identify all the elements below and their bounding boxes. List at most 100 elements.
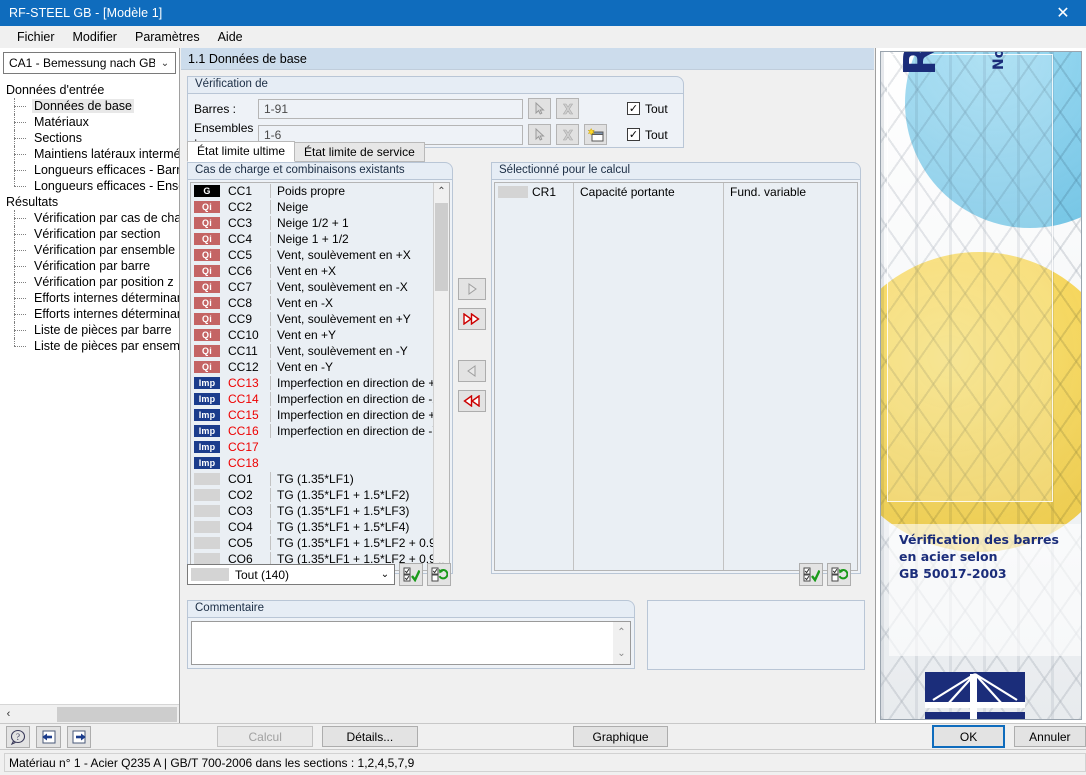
hscroll-track[interactable]: [17, 705, 177, 723]
load-case-row[interactable]: Imp CC13 Imperfection en direction de +X: [191, 375, 433, 391]
load-case-row[interactable]: Qi CC8 Vent en -X: [191, 295, 433, 311]
members-all-label: Tout: [645, 101, 668, 116]
load-case-row[interactable]: Qi CC10 Vent en +Y: [191, 327, 433, 343]
selected-check-button[interactable]: [799, 563, 823, 586]
clear-members-icon[interactable]: [556, 98, 579, 119]
load-case-row[interactable]: Qi CC7 Vent, soulèvement en -X: [191, 279, 433, 295]
tree-item-16[interactable]: Liste de pièces par ensemble de barres: [14, 338, 179, 354]
tree-item-6[interactable]: Longueurs efficaces - Ensembles: [14, 178, 179, 194]
members-all-checkbox[interactable]: ✓ Tout: [627, 102, 668, 116]
load-cases-vscroll-thumb[interactable]: [435, 203, 448, 291]
chevron-down-icon[interactable]: ⌄: [376, 565, 394, 584]
tree-item-13[interactable]: Efforts internes déterminants par barre: [14, 290, 179, 306]
tab-etat-limite-ultime[interactable]: État limite ultime: [187, 141, 296, 162]
menu-item-aide[interactable]: Aide: [209, 27, 252, 47]
tree-item-8[interactable]: Vérification par cas de charge: [14, 210, 179, 226]
select-all-button[interactable]: [399, 563, 423, 586]
tree-item-5[interactable]: Longueurs efficaces - Barres: [14, 162, 179, 178]
pick-members-icon[interactable]: [528, 98, 551, 119]
load-cases-listbox[interactable]: G CC1 Poids propre Qi CC2 Neige Qi CC3 Neige 1/2…: [190, 182, 450, 571]
move-left-all-button[interactable]: [458, 390, 486, 412]
load-case-row[interactable]: Qi CC3 Neige 1/2 + 1: [191, 215, 433, 231]
load-case-row[interactable]: CO3 TG (1.35*LF1 + 1.5*LF3): [191, 503, 433, 519]
tree-item-1[interactable]: Données de base: [14, 98, 179, 114]
load-case-row[interactable]: Qi CC12 Vent en -Y: [191, 359, 433, 375]
invert-selection-button[interactable]: [427, 563, 451, 586]
help-button[interactable]: ?: [6, 725, 31, 748]
load-cases-vscrollbar[interactable]: ⌃ ⌄: [433, 183, 449, 570]
load-case-row[interactable]: Qi CC2 Neige: [191, 199, 433, 215]
hscroll-thumb[interactable]: [57, 706, 177, 722]
load-case-row[interactable]: Imp CC17: [191, 439, 433, 455]
scroll-left-icon[interactable]: ‹: [0, 706, 17, 723]
branding-panel: RF-STEELGB Norme chinoise Vérification d…: [875, 48, 1086, 723]
load-case-row[interactable]: Imp CC15 Imperfection en direction de +Y: [191, 407, 433, 423]
calcul-button[interactable]: Calcul: [217, 726, 314, 747]
selected-refresh-button[interactable]: [827, 563, 851, 586]
load-case-row[interactable]: CO2 TG (1.35*LF1 + 1.5*LF2): [191, 487, 433, 503]
move-right-all-button[interactable]: [458, 308, 486, 330]
load-case-row[interactable]: G CC1 Poids propre: [191, 183, 433, 199]
load-case-type-badge: Imp: [194, 409, 220, 421]
load-case-row[interactable]: Qi CC11 Vent, soulèvement en -Y: [191, 343, 433, 359]
load-case-description: Vent, soulèvement en +X: [270, 248, 433, 262]
selected-row[interactable]: CR1 Capacité portante Fund. variable: [495, 183, 857, 200]
load-case-row[interactable]: Imp CC16 Imperfection en direction de -Y: [191, 423, 433, 439]
tree-root-0[interactable]: Données d'entrée: [4, 82, 179, 98]
load-case-row[interactable]: Qi CC4 Neige 1 + 1/2: [191, 231, 433, 247]
tree-root-7[interactable]: Résultats: [4, 194, 179, 210]
move-left-single-button[interactable]: [458, 360, 486, 382]
tree-item-12[interactable]: Vérification par position z: [14, 274, 179, 290]
members-row-spacer: [584, 98, 607, 119]
load-cases-filter-combo[interactable]: Tout (140) ⌄: [187, 564, 395, 585]
comment-textarea[interactable]: ⌃ ⌄: [191, 621, 631, 665]
tree-item-11[interactable]: Vérification par barre: [14, 258, 179, 274]
clear-sets-icon[interactable]: [556, 124, 579, 145]
menu-item-fichier[interactable]: Fichier: [8, 27, 64, 47]
details-button[interactable]: Détails...: [322, 726, 418, 747]
tree-item-3[interactable]: Sections: [14, 130, 179, 146]
sets-all-checkbox[interactable]: ✓ Tout: [627, 128, 668, 142]
new-set-icon[interactable]: [584, 124, 607, 145]
load-case-row[interactable]: CO1 TG (1.35*LF1): [191, 471, 433, 487]
tree-item-4[interactable]: Maintiens latéraux intermédiaires: [14, 146, 179, 162]
design-case-combo[interactable]: CA1 - Bemessung nach GB 500: ⌄: [3, 52, 176, 74]
selected-listbox[interactable]: CR1 Capacité portante Fund. variable: [494, 182, 858, 571]
close-icon[interactable]: ✕: [1040, 0, 1086, 26]
tree-item-2[interactable]: Matériaux: [14, 114, 179, 130]
tab-etat-limite-de-service[interactable]: État limite de service: [294, 142, 425, 162]
tree-item-10[interactable]: Vérification par ensemble de barres: [14, 242, 179, 258]
members-input[interactable]: 1-91: [258, 98, 523, 119]
move-right-single-button[interactable]: [458, 278, 486, 300]
selected-rows[interactable]: CR1 Capacité portante Fund. variable: [495, 183, 857, 570]
navigation-hscrollbar[interactable]: ‹ ›: [0, 704, 179, 723]
members-all-checkbox-box[interactable]: ✓: [627, 102, 640, 115]
ok-button[interactable]: OK: [932, 725, 1005, 748]
load-case-row[interactable]: CO5 TG (1.35*LF1 + 1.5*LF2 + 0.9*LF5: [191, 535, 433, 551]
next-page-button[interactable]: [66, 725, 92, 748]
menu-item-modifier[interactable]: Modifier: [64, 27, 126, 47]
load-case-row[interactable]: Qi CC5 Vent, soulèvement en +X: [191, 247, 433, 263]
load-cases-rows[interactable]: G CC1 Poids propre Qi CC2 Neige Qi CC3 Neige 1/2…: [191, 183, 433, 570]
scroll-up-icon[interactable]: ⌃: [434, 183, 449, 199]
load-case-row[interactable]: Qi CC6 Vent en +X: [191, 263, 433, 279]
previous-page-button[interactable]: [36, 725, 61, 748]
pick-sets-icon[interactable]: [528, 124, 551, 145]
sets-all-checkbox-box[interactable]: ✓: [627, 128, 640, 141]
load-cases-vscroll-track[interactable]: [434, 199, 449, 554]
comment-scroll-up-icon[interactable]: ⌃: [613, 622, 630, 643]
tree-item-14[interactable]: Efforts internes déterminants par ensemb…: [14, 306, 179, 322]
load-case-row[interactable]: Qi CC9 Vent, soulèvement en +Y: [191, 311, 433, 327]
graphique-button[interactable]: Graphique: [572, 726, 669, 747]
window-title: RF-STEEL GB - [Modèle 1]: [9, 6, 163, 20]
tree-item-9[interactable]: Vérification par section: [14, 226, 179, 242]
annuler-button[interactable]: Annuler: [1013, 726, 1086, 747]
comment-scroll-down-icon[interactable]: ⌄: [613, 643, 630, 664]
menu-item-parametres[interactable]: Paramètres: [126, 27, 209, 47]
load-case-row[interactable]: Imp CC18: [191, 455, 433, 471]
load-case-row[interactable]: Imp CC14 Imperfection en direction de -X: [191, 391, 433, 407]
comment-scrollbar[interactable]: ⌃ ⌄: [613, 622, 630, 664]
chevron-down-icon[interactable]: ⌄: [155, 53, 175, 73]
load-case-row[interactable]: CO4 TG (1.35*LF1 + 1.5*LF4): [191, 519, 433, 535]
tree-item-15[interactable]: Liste de pièces par barre: [14, 322, 179, 338]
